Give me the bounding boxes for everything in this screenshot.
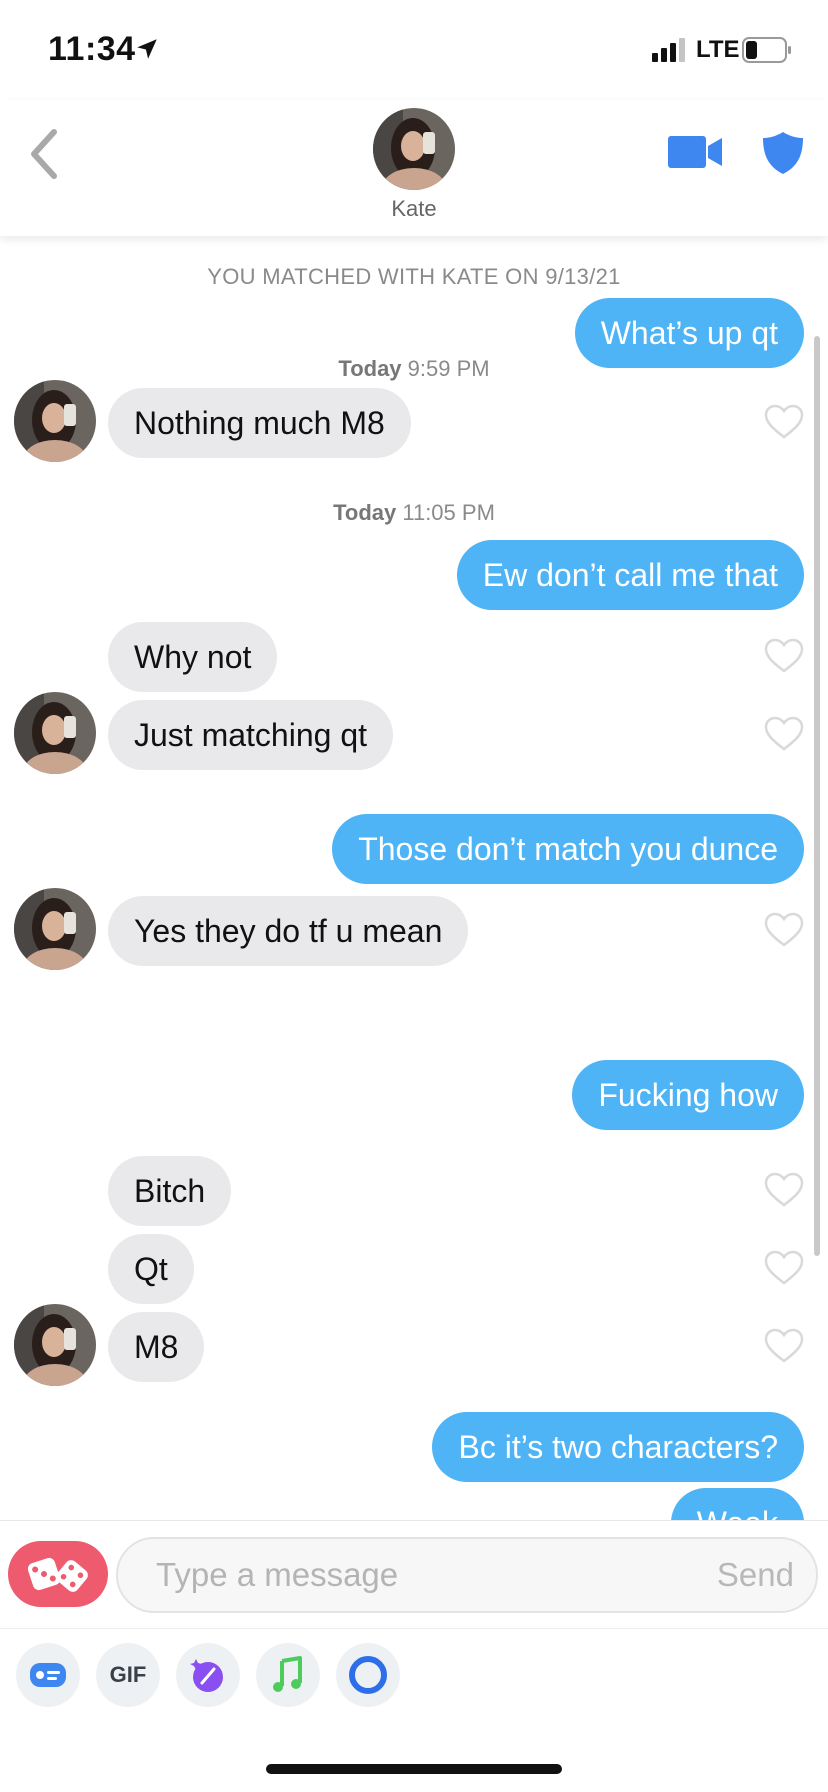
like-heart-icon[interactable] (764, 716, 804, 752)
message-outgoing[interactable]: Fucking how (572, 1060, 804, 1130)
signal-strength-icon (652, 38, 685, 62)
like-heart-icon[interactable] (764, 912, 804, 948)
sender-avatar[interactable] (14, 888, 96, 970)
message-thread[interactable]: YOU MATCHED WITH KATE ON 9/13/21 What’s … (0, 236, 828, 1520)
contact-avatar[interactable] (373, 108, 455, 190)
message-timestamp: Today 11:05 PM (0, 500, 828, 526)
message-incoming[interactable]: Just matching qt (108, 700, 393, 770)
match-notice: YOU MATCHED WITH KATE ON 9/13/21 (207, 264, 621, 289)
attachment-toolbar: GIF (0, 1628, 828, 1738)
timestamp-day: Today (333, 500, 397, 525)
message-incoming[interactable]: M8 (108, 1312, 205, 1382)
contact-name[interactable]: Kate (0, 196, 828, 222)
like-heart-icon[interactable] (764, 638, 804, 674)
music-button[interactable] (256, 1643, 320, 1707)
message-incoming[interactable]: Yes they do tf u mean (108, 896, 469, 966)
timestamp-time: 9:59 PM (407, 356, 490, 381)
gif-label: GIF (109, 1662, 147, 1687)
timestamp-time: 11:05 PM (402, 500, 495, 525)
home-indicator[interactable] (266, 1764, 562, 1774)
message-outgoing[interactable]: Those don’t match you dunce (332, 814, 804, 884)
sender-avatar[interactable] (14, 380, 96, 462)
message-outgoing[interactable]: Weak (670, 1488, 804, 1520)
loop-button[interactable] (336, 1643, 400, 1707)
like-heart-icon[interactable] (764, 1328, 804, 1364)
like-heart-icon[interactable] (764, 404, 804, 440)
battery-icon (742, 37, 791, 63)
sender-avatar[interactable] (14, 1304, 96, 1386)
message-incoming[interactable]: Qt (108, 1234, 194, 1304)
contact-card-button[interactable] (16, 1643, 80, 1707)
location-arrow-icon (137, 39, 157, 59)
chat-header: Kate (0, 100, 828, 236)
message-outgoing[interactable]: Bc it’s two characters? (432, 1412, 804, 1482)
network-type: LTE (696, 36, 740, 63)
message-outgoing[interactable]: Ew don’t call me that (456, 540, 804, 610)
composer-bar: Type a message Send (0, 1520, 828, 1628)
back-chevron-icon[interactable] (24, 126, 64, 182)
message-incoming[interactable]: Nothing much M8 (108, 388, 411, 458)
dice-icon (27, 1557, 88, 1592)
video-call-icon[interactable] (668, 134, 724, 170)
music-note-icon (273, 1656, 302, 1692)
message-input-placeholder: Type a message (156, 1556, 399, 1593)
like-heart-icon[interactable] (764, 1250, 804, 1286)
gif-button[interactable]: GIF (96, 1643, 160, 1707)
message-input[interactable]: Type a message Send (116, 1537, 818, 1613)
message-incoming[interactable]: Why not (108, 622, 278, 692)
like-heart-icon[interactable] (764, 1172, 804, 1208)
status-time: 11:34 (48, 30, 136, 68)
dice-button[interactable] (8, 1541, 108, 1607)
sender-avatar[interactable] (14, 692, 96, 774)
scrollbar[interactable] (814, 336, 820, 1256)
send-button[interactable]: Send (717, 1539, 794, 1611)
contact-card-icon (30, 1663, 66, 1687)
sticker-icon (190, 1659, 223, 1692)
ring-icon (349, 1656, 387, 1694)
timestamp-day: Today (338, 356, 402, 381)
safety-shield-icon[interactable] (760, 130, 806, 176)
status-bar: 11:34 LTE (0, 0, 828, 100)
message-incoming[interactable]: Bitch (108, 1156, 232, 1226)
message-timestamp: Today 9:59 PM (0, 356, 828, 382)
sticker-button[interactable] (176, 1643, 240, 1707)
